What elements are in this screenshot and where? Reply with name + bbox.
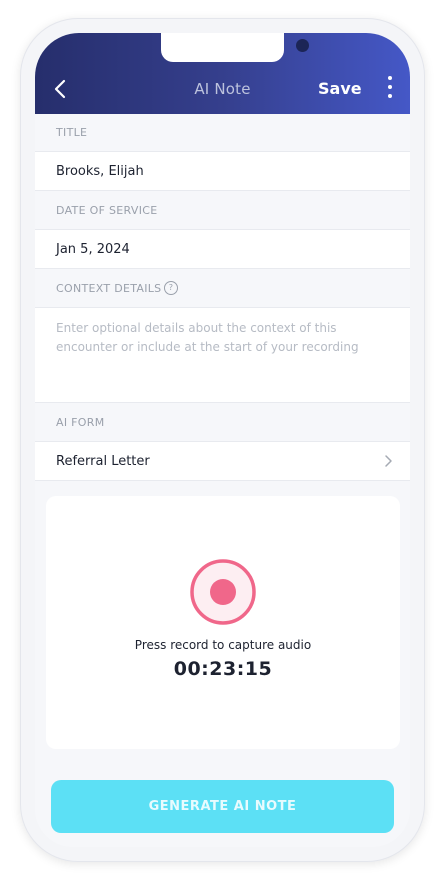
- help-icon[interactable]: ?: [164, 281, 178, 295]
- generate-ai-note-button[interactable]: GENERATE AI NOTE: [51, 780, 394, 833]
- ai-form-selector[interactable]: Referral Letter: [35, 442, 410, 481]
- camera-icon: [296, 39, 309, 52]
- ai-form-label: AI FORM: [56, 416, 105, 429]
- more-dot-icon: [388, 94, 392, 98]
- record-icon: [190, 559, 256, 625]
- app-header: AI Note Save: [35, 33, 410, 114]
- more-options-button[interactable]: [385, 76, 395, 102]
- ai-form-value: Referral Letter: [56, 454, 150, 469]
- more-dot-icon: [388, 85, 392, 89]
- ai-form-section-label: AI FORM: [35, 403, 410, 442]
- context-details-input[interactable]: Enter optional details about the context…: [35, 308, 410, 403]
- date-label: DATE OF SERVICE: [56, 204, 158, 217]
- context-label: CONTEXT DETAILS: [56, 282, 162, 295]
- record-button[interactable]: [190, 559, 256, 625]
- title-field[interactable]: Brooks, Elijah: [35, 152, 410, 191]
- recording-timer: 00:23:15: [173, 658, 273, 680]
- context-placeholder: Enter optional details about the context…: [56, 321, 359, 354]
- title-value: Brooks, Elijah: [56, 164, 144, 179]
- title-section-label: TITLE: [35, 114, 410, 152]
- date-value: Jan 5, 2024: [56, 242, 130, 257]
- chevron-right-icon: [385, 455, 392, 467]
- more-dot-icon: [388, 76, 392, 80]
- record-hint: Press record to capture audio: [134, 638, 312, 652]
- date-of-service-field[interactable]: Jan 5, 2024: [35, 230, 410, 269]
- save-button[interactable]: Save: [318, 79, 362, 98]
- app-screen: AI Note Save TITLE Brooks, Elijah DATE O…: [35, 33, 410, 847]
- bottom-action-bar: GENERATE AI NOTE: [35, 766, 410, 847]
- device-notch: [161, 33, 309, 62]
- recorder-card: Press record to capture audio 00:23:15: [46, 496, 400, 749]
- context-section-label: CONTEXT DETAILS ?: [35, 269, 410, 308]
- title-label: TITLE: [56, 126, 88, 139]
- date-section-label: DATE OF SERVICE: [35, 191, 410, 230]
